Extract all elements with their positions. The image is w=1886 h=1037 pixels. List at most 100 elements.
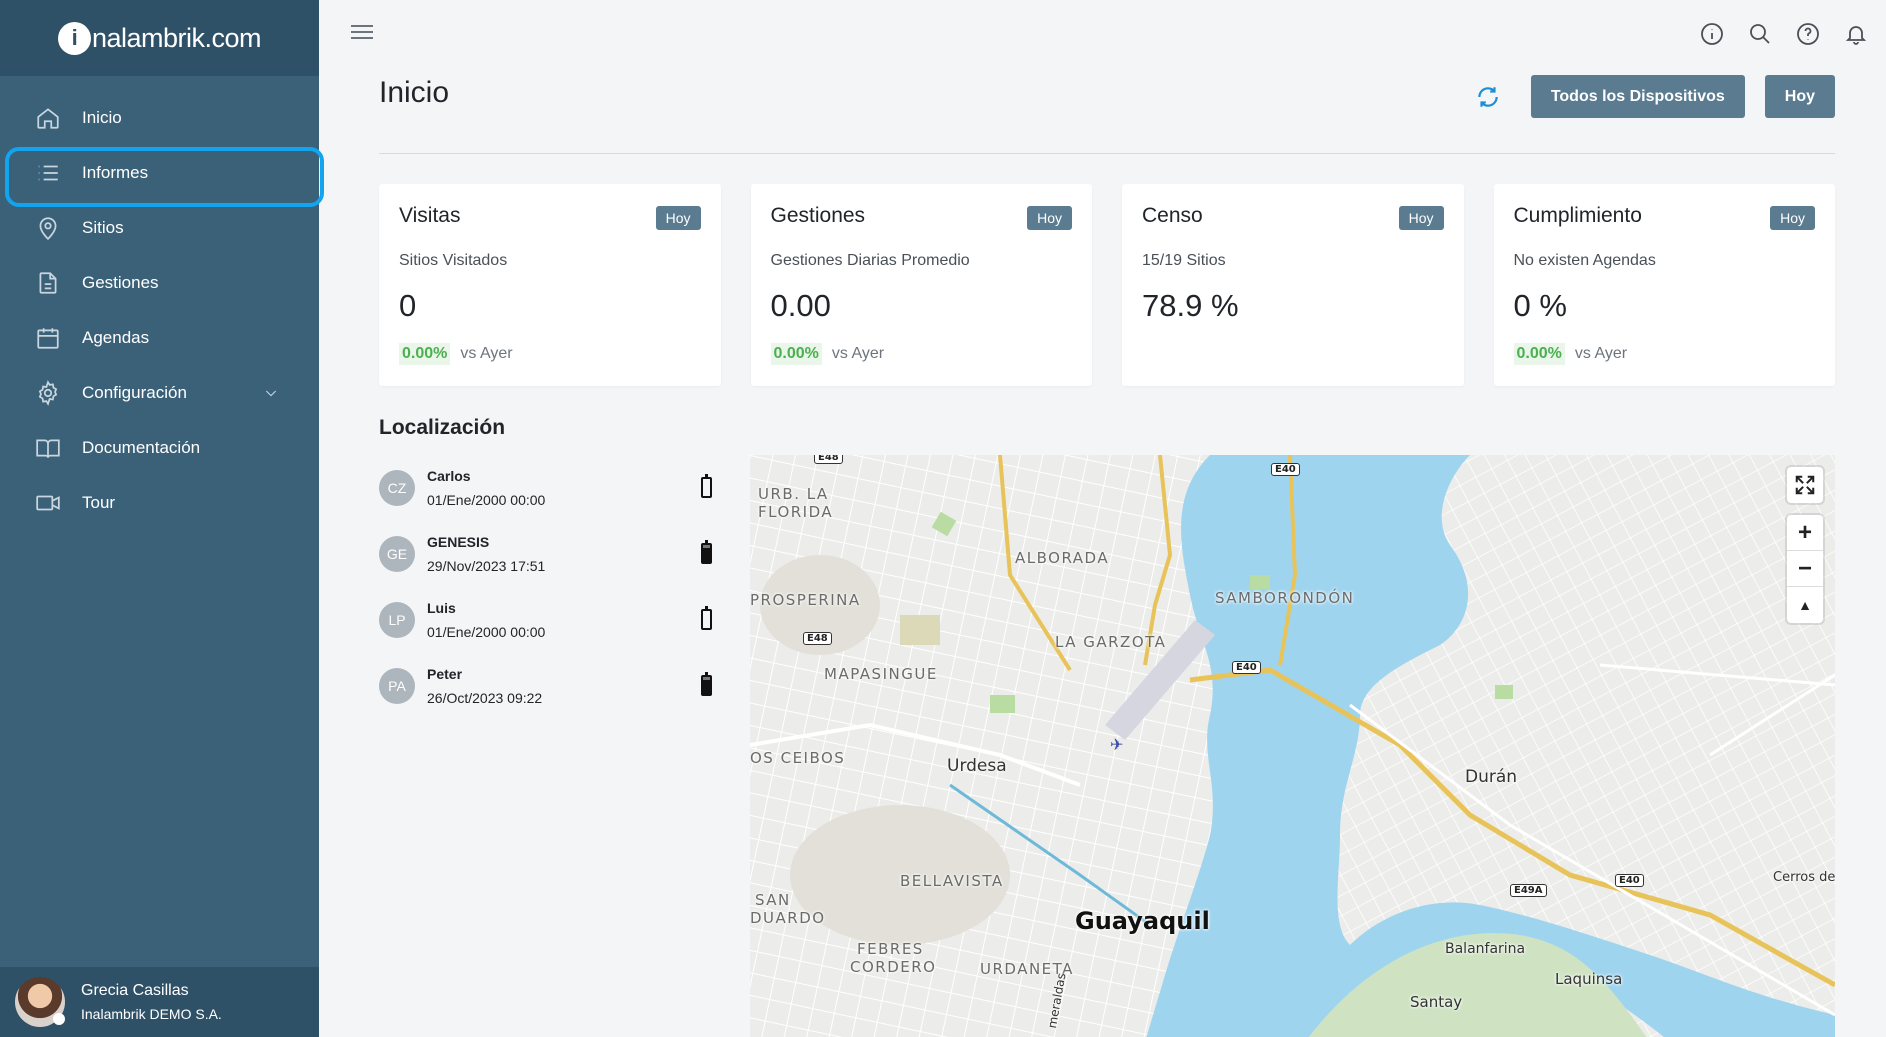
- card-comparison: 0.00% vs Ayer: [399, 343, 701, 365]
- location-title: Localización: [379, 416, 506, 439]
- sidebar-item-inicio[interactable]: Inicio: [0, 90, 319, 145]
- search-icon[interactable]: [1748, 22, 1772, 46]
- brand-logo[interactable]: i nalambrik.com: [57, 21, 262, 55]
- map-label: PROSPERINA: [750, 591, 861, 609]
- help-icon[interactable]: [1796, 22, 1820, 46]
- comparison-label: vs Ayer: [460, 345, 513, 362]
- sidebar-header: i nalambrik.com: [0, 0, 319, 76]
- card-subtitle: No existen Agendas: [1513, 252, 1656, 269]
- card-value: 0 %: [1513, 288, 1567, 323]
- battery-empty-icon: [701, 606, 712, 630]
- topbar-actions: [1700, 22, 1868, 46]
- sidebar-item-label: Inicio: [82, 107, 122, 127]
- map-label: FLORIDA: [758, 503, 834, 521]
- device-item[interactable]: GE GENESIS 29/Nov/2023 17:51: [379, 521, 750, 587]
- period-badge: Hoy: [1398, 206, 1444, 230]
- device-item[interactable]: CZ Carlos 01/Ene/2000 00:00: [379, 455, 750, 521]
- map-pin-icon: [39, 216, 57, 240]
- fullscreen-control[interactable]: [1787, 467, 1823, 503]
- refresh-icon[interactable]: [1475, 84, 1501, 110]
- sidebar-item-sitios[interactable]: Sitios: [0, 200, 319, 255]
- zoom-out-button[interactable]: −: [1787, 551, 1823, 587]
- device-avatar: CZ: [379, 470, 415, 506]
- home-icon: [37, 107, 59, 129]
- fullscreen-icon[interactable]: [1787, 467, 1823, 503]
- map-label: SAMBORONDÓN: [1215, 589, 1355, 607]
- battery-full-icon: [701, 540, 712, 564]
- comparison-label: vs Ayer: [831, 345, 885, 362]
- sidebar-item-informes[interactable]: Informes: [0, 145, 324, 207]
- card-visitas: Visitas Hoy Sitios Visitados 0 0.00% vs …: [379, 184, 721, 386]
- device-name: Luis: [427, 600, 456, 616]
- sidebar-item-label: Gestiones: [82, 272, 159, 292]
- device-list: CZ Carlos 01/Ene/2000 00:00 GE GENESIS 2…: [379, 455, 750, 1037]
- chevron-down-icon[interactable]: [263, 385, 279, 401]
- device-avatar: GE: [379, 536, 415, 572]
- menu-toggle-icon[interactable]: [351, 25, 373, 41]
- device-name: Peter: [427, 666, 463, 682]
- map-label: CORDERO: [850, 958, 937, 976]
- change-percent: 0.00%: [399, 343, 451, 365]
- period-badge: Hoy: [1027, 206, 1072, 230]
- map-label: ALBORADA: [1015, 549, 1110, 567]
- zoom-in-button[interactable]: +: [1787, 515, 1823, 551]
- sidebar-item-gestiones[interactable]: Gestiones: [0, 255, 319, 310]
- card-comparison: 0.00% vs Ayer: [770, 343, 1073, 365]
- compass-icon[interactable]: ▲: [1787, 587, 1823, 623]
- user-profile[interactable]: Grecia Casillas Inalambrik DEMO S.A.: [0, 967, 319, 1037]
- device-item[interactable]: PA Peter 26/Oct/2023 09:22: [379, 653, 750, 719]
- sidebar-item-configuracion[interactable]: Configuración: [0, 365, 319, 420]
- period-badge: Hoy: [1770, 206, 1815, 230]
- kpi-cards: Visitas Hoy Sitios Visitados 0 0.00% vs …: [379, 184, 1835, 386]
- bell-icon[interactable]: [1844, 22, 1868, 46]
- map-label: Urdesa: [947, 756, 1007, 776]
- route-shield: E40: [1615, 874, 1644, 887]
- map-view[interactable]: ✈ URB. LA FLORIDA ALBORADA PROSPERINA SA…: [750, 455, 1835, 1037]
- map-label: Santay: [1410, 993, 1463, 1011]
- sidebar-item-label: Documentación: [82, 437, 201, 457]
- card-gestiones: Gestiones Hoy Gestiones Diarias Promedio…: [750, 184, 1092, 386]
- date-filter-button[interactable]: Hoy: [1764, 75, 1835, 118]
- route-shield: E40: [1271, 463, 1300, 476]
- map-label: FEBRES: [857, 940, 924, 958]
- map-label: OS CEIBOS: [750, 749, 846, 767]
- main-content: Inicio Todos los Dispositivos Hoy Visita…: [379, 68, 1835, 1037]
- card-value: 0: [399, 288, 417, 323]
- card-comparison: 0.00% vs Ayer: [1513, 343, 1816, 365]
- card-subtitle: Sitios Visitados: [399, 252, 508, 269]
- comparison-label: vs Ayer: [1574, 345, 1628, 362]
- sidebar-item-label: Sitios: [82, 217, 124, 237]
- header-actions: Todos los Dispositivos Hoy: [1475, 75, 1835, 118]
- map-label: DUARDO: [750, 909, 826, 927]
- sidebar-item-documentacion[interactable]: Documentación: [0, 420, 319, 475]
- card-censo: Censo Hoy 15/19 Sitios 78.9 %: [1122, 184, 1464, 386]
- map-label: URB. LA: [758, 485, 829, 503]
- topbar: [319, 0, 1886, 68]
- sidebar-item-label: Informes: [82, 162, 149, 182]
- avatar: [15, 977, 65, 1027]
- sidebar-item-label: Tour: [82, 492, 116, 512]
- sidebar: i nalambrik.com Inicio Informes Sitios Ge…: [0, 0, 324, 1037]
- device-avatar: LP: [379, 602, 415, 638]
- gear-icon: [38, 379, 58, 406]
- sidebar-item-label: Agendas: [82, 327, 150, 347]
- video-icon: [36, 495, 60, 510]
- user-organization: Inalambrik DEMO S.A.: [81, 1006, 222, 1022]
- period-badge: Hoy: [655, 206, 701, 230]
- route-shield: E49A: [1510, 884, 1547, 897]
- device-last-seen: 26/Oct/2023 09:22: [427, 690, 543, 706]
- device-item[interactable]: LP Luis 01/Ene/2000 00:00: [379, 587, 750, 653]
- all-devices-button[interactable]: Todos los Dispositivos: [1530, 75, 1745, 118]
- device-last-seen: 29/Nov/2023 17:51: [427, 558, 546, 574]
- zoom-controls[interactable]: + − ▲: [1787, 515, 1823, 623]
- sidebar-item-agendas[interactable]: Agendas: [0, 310, 319, 365]
- sidebar-item-tour[interactable]: Tour: [0, 475, 319, 530]
- sidebar-item-label: Configuración: [82, 382, 187, 402]
- page-header: Inicio Todos los Dispositivos Hoy: [379, 68, 1835, 154]
- map-label: Balanfarina: [1445, 941, 1526, 957]
- route-shield: E40: [1232, 661, 1261, 674]
- page-title: Inicio: [379, 76, 450, 109]
- card-value: 78.9 %: [1142, 288, 1239, 323]
- device-last-seen: 01/Ene/2000 00:00: [427, 624, 546, 640]
- info-icon[interactable]: [1700, 22, 1724, 46]
